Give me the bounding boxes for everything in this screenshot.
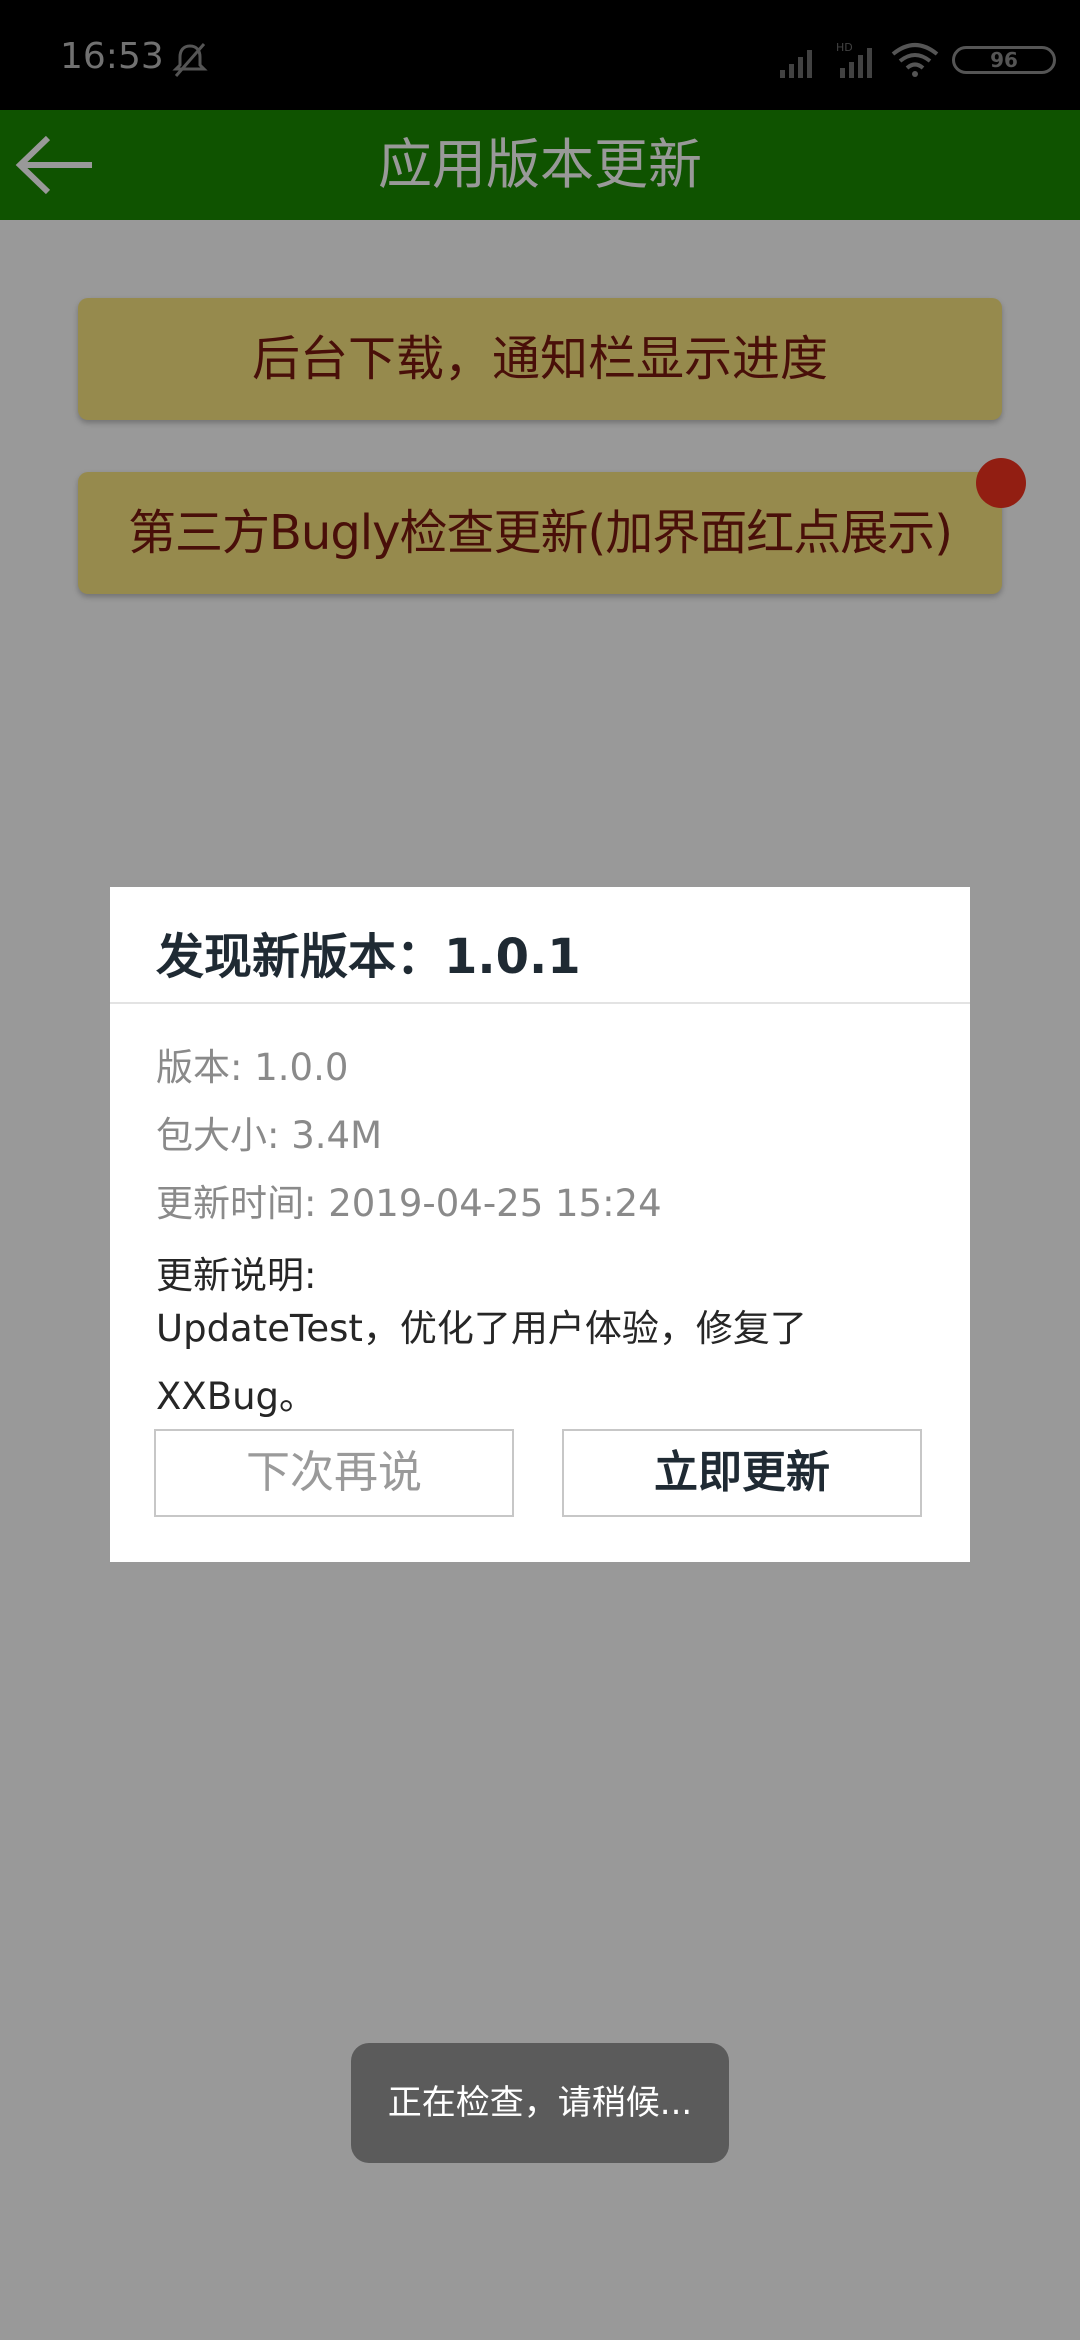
update-dialog: 发现新版本：1.0.1 版本: 1.0.0 包大小: 3.4M 更新时间: 20… — [110, 887, 970, 1562]
later-button[interactable]: 下次再说 — [154, 1429, 514, 1517]
update-now-button[interactable]: 立即更新 — [562, 1429, 922, 1517]
divider — [110, 1002, 970, 1004]
notes-text: UpdateTest，优化了用户体验，修复了XXBug。 — [156, 1307, 807, 1418]
notes-label: 更新说明: — [156, 1254, 317, 1297]
update-time: 更新时间: 2019-04-25 15:24 — [156, 1182, 662, 1225]
toast-message: 正在检查，请稍候... — [351, 2043, 729, 2163]
current-version: 版本: 1.0.0 — [156, 1046, 349, 1089]
dialog-title: 发现新版本：1.0.1 — [156, 929, 581, 985]
package-size: 包大小: 3.4M — [156, 1114, 382, 1157]
